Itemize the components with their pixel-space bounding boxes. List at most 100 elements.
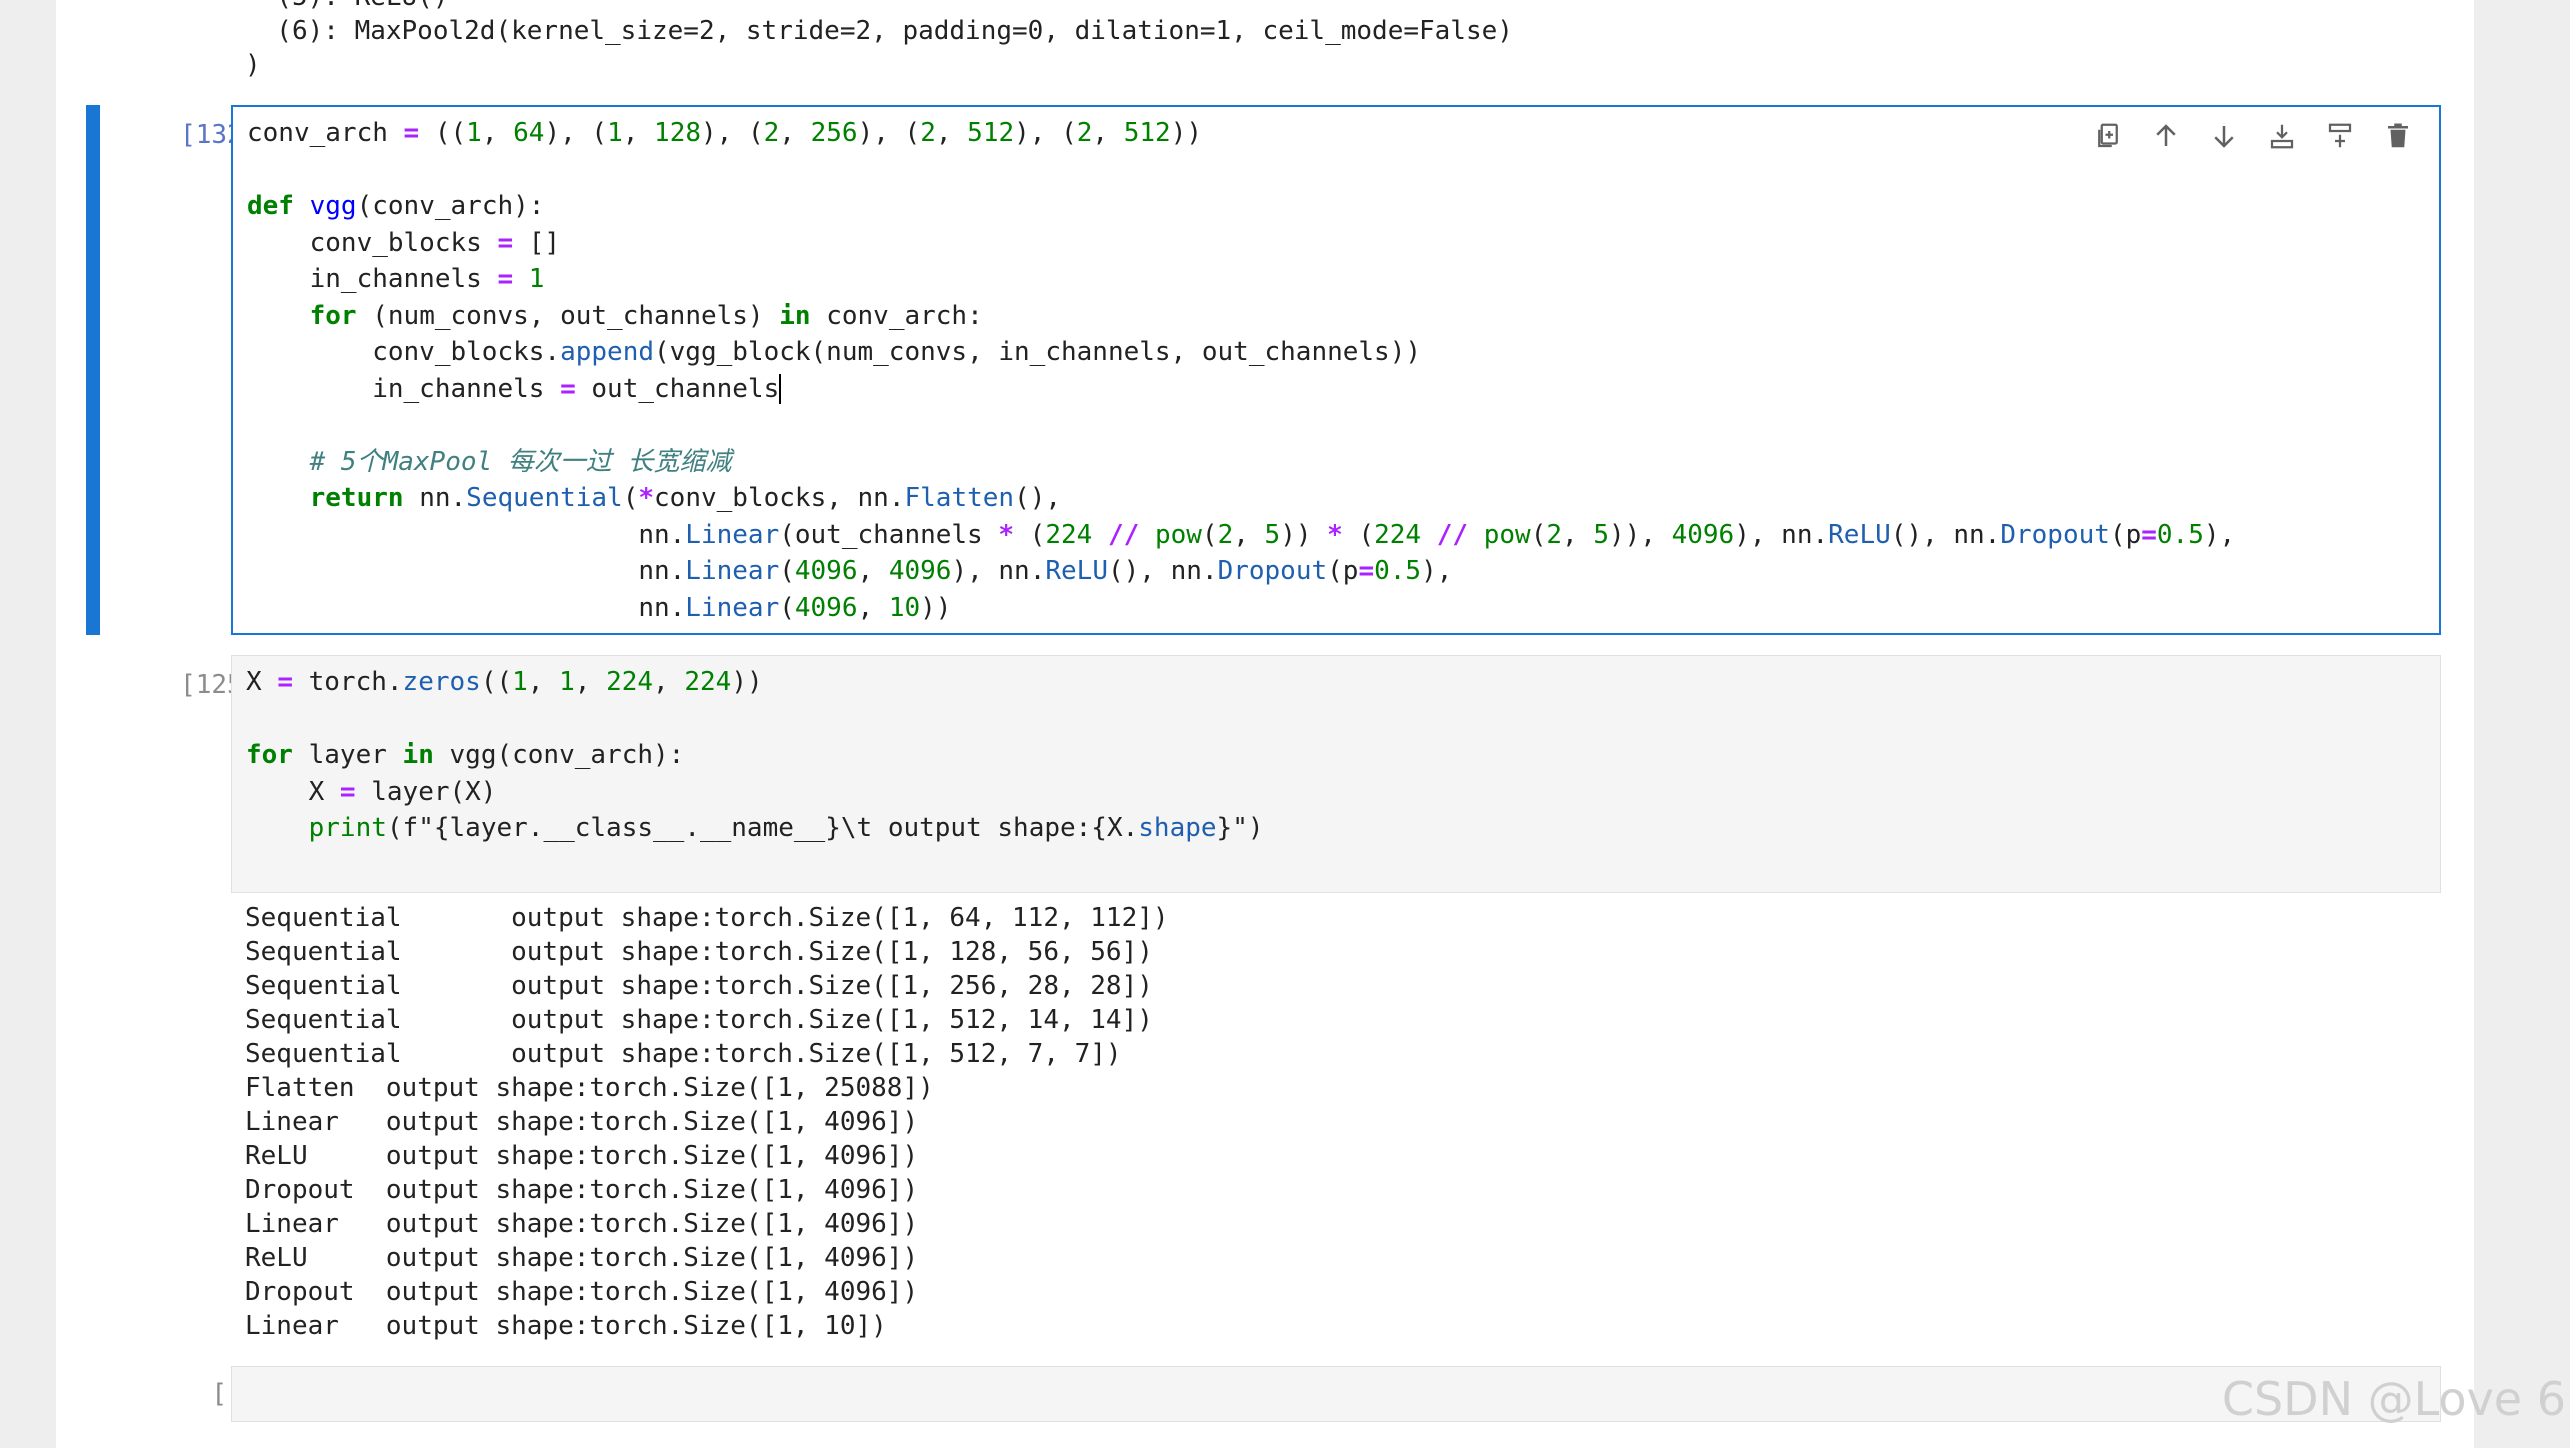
code-token: = bbox=[277, 667, 293, 697]
code-line: nn.Linear(4096, 10)) bbox=[247, 590, 2235, 627]
code-text[interactable]: X = torch.zeros((1, 1, 224, 224)) for lay… bbox=[246, 664, 1264, 847]
code-text[interactable]: conv_arch = ((1, 64), (1, 128), (2, 256)… bbox=[247, 115, 2235, 626]
output-line: Sequential output shape:torch.Size([1, 5… bbox=[245, 1005, 1153, 1035]
code-token: in_channels bbox=[247, 264, 498, 294]
code-token: pow bbox=[1483, 519, 1531, 550]
code-token: (p bbox=[2109, 519, 2142, 550]
previous-output-text: (5): ReLU() (6): MaxPool2d(kernel_size=2… bbox=[245, 0, 1513, 82]
code-token: for bbox=[246, 740, 293, 770]
output-line: (6): MaxPool2d(kernel_size=2, stride=2, … bbox=[245, 16, 1513, 46]
code-token: (num_convs, out_channels) bbox=[356, 300, 780, 331]
code-token: ( bbox=[1201, 519, 1218, 550]
code-editor[interactable] bbox=[231, 1366, 2441, 1422]
code-token: )) bbox=[1280, 519, 1328, 550]
output-line: Flatten output shape:torch.Size([1, 2508… bbox=[245, 1073, 934, 1103]
code-token: = bbox=[339, 776, 356, 807]
code-token: // bbox=[1107, 519, 1140, 550]
code-line: return nn.Sequential(*conv_blocks, nn.Fl… bbox=[247, 480, 2235, 517]
duplicate-cell-icon bbox=[2098, 123, 2118, 148]
output-line: ReLU output shape:torch.Size([1, 4096]) bbox=[245, 1141, 919, 1171]
code-token: ( bbox=[779, 592, 795, 623]
code-token: , bbox=[481, 118, 514, 148]
code-token: 256 bbox=[810, 118, 858, 148]
code-token: (p bbox=[1327, 556, 1359, 586]
code-line: for layer in vgg(conv_arch): bbox=[246, 737, 1264, 774]
code-token: , bbox=[935, 118, 968, 148]
delete-cell-button[interactable] bbox=[2379, 117, 2417, 155]
output-line: Sequential output shape:torch.Size([1, 1… bbox=[245, 937, 1153, 967]
code-token: , bbox=[1233, 519, 1265, 550]
code-token: vgg(conv_arch): bbox=[433, 740, 685, 770]
code-token: 1 bbox=[528, 264, 545, 294]
code-token: conv_blocks, nn. bbox=[654, 483, 905, 513]
code-line: nn.Linear(4096, 4096), nn.ReLU(), nn.Dro… bbox=[247, 553, 2235, 590]
code-token: Linear bbox=[685, 592, 780, 623]
code-token: 2 bbox=[1546, 519, 1562, 550]
cell-toolbar bbox=[2089, 117, 2417, 155]
code-token: ), nn. bbox=[1734, 519, 1829, 550]
duplicate-cell-button[interactable] bbox=[2089, 117, 2127, 155]
code-line: print(f"{layer.__class__.__name__}\t out… bbox=[246, 810, 1264, 847]
code-token: # 5个MaxPool 每次一过 长宽缩减 bbox=[309, 446, 732, 477]
output-line: Dropout output shape:torch.Size([1, 4096… bbox=[245, 1175, 919, 1205]
code-token: (), bbox=[1014, 483, 1062, 513]
code-token: 64 bbox=[513, 118, 545, 148]
output-line: ) bbox=[245, 50, 261, 80]
code-token: (( bbox=[419, 118, 467, 148]
code-token: print bbox=[308, 813, 387, 843]
code-token: append bbox=[560, 337, 654, 367]
code-token: = bbox=[497, 227, 514, 258]
code-token: = bbox=[403, 118, 420, 148]
code-token: nn. bbox=[403, 483, 467, 513]
code-token: return bbox=[309, 483, 404, 513]
output-line: Linear output shape:torch.Size([1, 4096]… bbox=[245, 1209, 919, 1239]
output-line: ReLU output shape:torch.Size([1, 4096]) bbox=[245, 1243, 919, 1273]
code-token: 4096 bbox=[794, 592, 858, 623]
code-token: layer(X) bbox=[355, 776, 497, 807]
code-token: ), ( bbox=[701, 118, 764, 148]
code-editor[interactable]: X = torch.zeros((1, 1, 224, 224)) for lay… bbox=[231, 655, 2441, 893]
code-token: for bbox=[309, 300, 357, 331]
output-line: Dropout output shape:torch.Size([1, 4096… bbox=[245, 1277, 919, 1307]
code-token: )), bbox=[1608, 519, 1672, 550]
code-token: pow bbox=[1154, 519, 1202, 550]
code-token: = bbox=[497, 264, 514, 294]
code-editor[interactable]: conv_arch = ((1, 64), (1, 128), (2, 256)… bbox=[231, 105, 2441, 635]
insert-below-button[interactable] bbox=[2321, 117, 2359, 155]
watermark: CSDN @Love 6 bbox=[2221, 1372, 2566, 1426]
code-token: torch. bbox=[292, 667, 403, 697]
move-up-button[interactable] bbox=[2147, 117, 2185, 155]
code-token: ), bbox=[1421, 556, 1453, 586]
code-token: 224 bbox=[1374, 519, 1422, 550]
code-token: , bbox=[779, 118, 811, 148]
code-token: * bbox=[998, 519, 1015, 550]
code-token: , bbox=[857, 592, 889, 623]
code-token: 1 bbox=[559, 667, 575, 697]
code-token: in_channels bbox=[247, 373, 561, 404]
code-token: Sequential bbox=[466, 483, 623, 513]
code-token: 4096 bbox=[1671, 519, 1735, 550]
insert-above-button[interactable] bbox=[2263, 117, 2301, 155]
code-token: , bbox=[1562, 519, 1594, 550]
code-token: ( bbox=[1342, 519, 1375, 550]
code-token: 224 bbox=[684, 667, 732, 697]
code-token: (conv_arch): bbox=[356, 191, 545, 221]
code-token: 4096 bbox=[794, 556, 858, 586]
code-token: 128 bbox=[654, 118, 702, 148]
move-down-button[interactable] bbox=[2205, 117, 2243, 155]
code-token: Dropout bbox=[2000, 519, 2110, 550]
code-token: 1 bbox=[512, 667, 528, 697]
code-token: shape bbox=[1138, 813, 1217, 843]
